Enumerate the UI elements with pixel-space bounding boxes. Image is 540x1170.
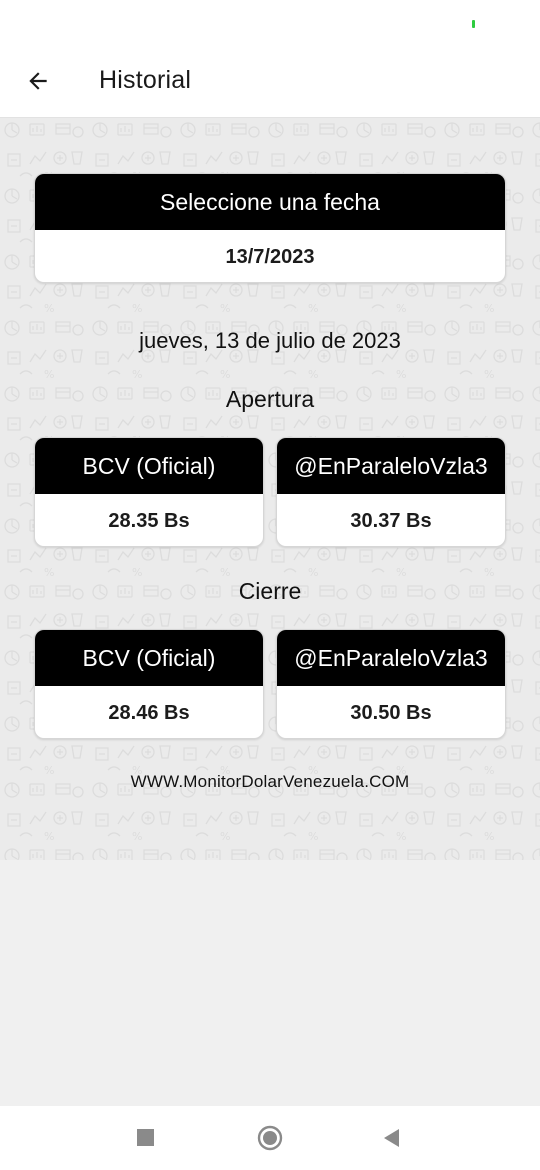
cierre-title: Cierre [238,578,302,604]
signal-indicator [472,20,475,28]
rate-card-value: 28.35 Bs [108,509,190,532]
apertura-bcv-card: BCV (Oficial) 28.35 Bs [34,437,264,547]
page-title: Historial [99,66,192,94]
date-picker-header: Seleccione una fecha [35,174,505,230]
arrow-left-icon [29,71,47,90]
cierre-paralelo-card: @EnParaleloVzla3 30.50 Bs [276,629,506,739]
status-bar [0,0,540,44]
cierre-bcv-card: BCV (Oficial) 28.46 Bs [34,629,264,739]
rate-card-label: @EnParaleloVzla3 [277,630,505,686]
circle-icon [257,1125,283,1151]
apertura-title: Apertura [225,386,315,412]
square-icon [137,1129,154,1146]
rate-card-label: @EnParaleloVzla3 [277,438,505,494]
rate-card-label: BCV (Oficial) [35,438,263,494]
system-nav-bar [0,1106,540,1170]
date-picker-card[interactable]: Seleccione una fecha 13/7/2023 [34,173,506,283]
home-button[interactable] [257,1125,283,1151]
system-back-button[interactable] [382,1128,402,1148]
apertura-paralelo-card: @EnParaleloVzla3 30.37 Bs [276,437,506,547]
recents-button[interactable] [137,1129,154,1146]
rate-card-value: 28.46 Bs [108,701,190,724]
website-link[interactable]: WWW.MonitorDolarVenezuela.COM [0,772,540,792]
app-bar: Historial [0,44,540,118]
long-date-label: jueves, 13 de julio de 2023 [139,328,401,353]
triangle-back-icon [384,1129,399,1147]
back-button[interactable] [14,57,62,105]
rate-card-label: BCV (Oficial) [35,630,263,686]
rate-card-value: 30.50 Bs [350,701,432,724]
rate-card-value: 30.37 Bs [350,509,432,532]
selected-date[interactable]: 13/7/2023 [35,230,505,282]
